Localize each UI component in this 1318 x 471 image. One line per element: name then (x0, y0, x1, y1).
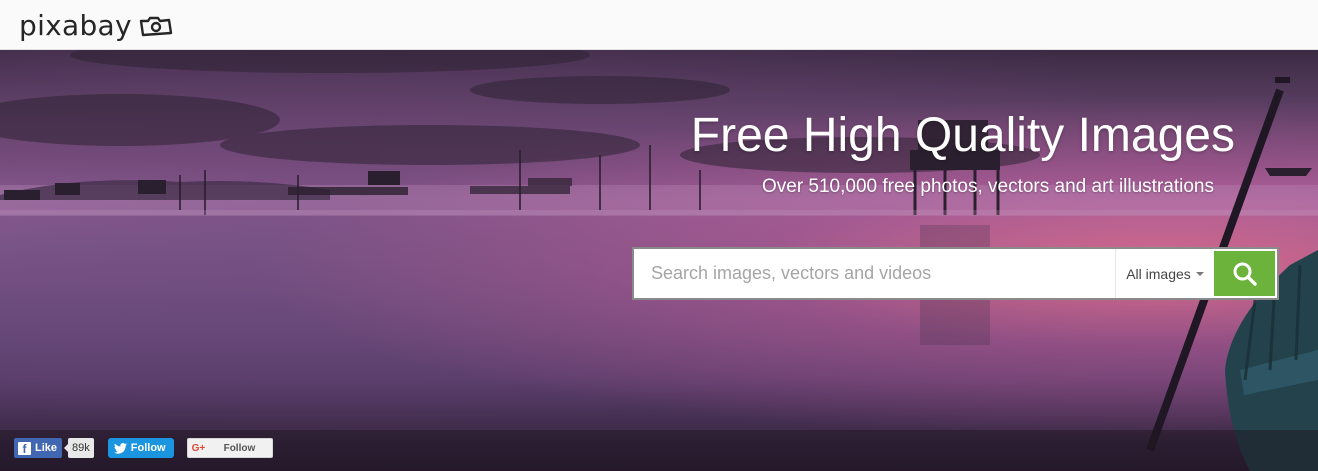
twitter-follow-button[interactable]: Follow (107, 438, 174, 458)
search-input[interactable] (634, 249, 1114, 298)
facebook-like-count: 89k (64, 438, 94, 458)
search-bar: All images (632, 247, 1279, 300)
camera-icon (139, 16, 173, 37)
facebook-like-button[interactable]: f Like (14, 438, 63, 458)
search-button[interactable] (1214, 251, 1275, 296)
google-plus-follow-button[interactable]: G+ Follow (186, 438, 273, 458)
top-bar: pixabay (0, 0, 1318, 50)
twitter-follow-label: Follow (130, 442, 166, 454)
caret-down-icon (1195, 271, 1204, 276)
hero-title: Free High Quality Images (690, 109, 1235, 162)
pixabay-logo[interactable]: pixabay (19, 7, 174, 43)
facebook-like-label: Like (35, 442, 58, 454)
logo-text: pixabay (19, 8, 132, 42)
google-plus-icon: G+ (191, 442, 206, 454)
social-buttons: f Like 89k Follow G+ Follow (14, 438, 273, 458)
media-type-label: All images (1126, 265, 1191, 282)
search-icon (1233, 262, 1257, 286)
google-plus-follow-label: Follow (223, 442, 256, 454)
hero-banner: Free High Quality Images Over 510,000 fr… (0, 50, 1318, 471)
media-type-dropdown[interactable]: All images (1115, 249, 1214, 298)
facebook-icon: f (18, 441, 31, 455)
twitter-bird-icon (113, 442, 127, 454)
hero-subtitle: Over 510,000 free photos, vectors and ar… (761, 176, 1214, 197)
